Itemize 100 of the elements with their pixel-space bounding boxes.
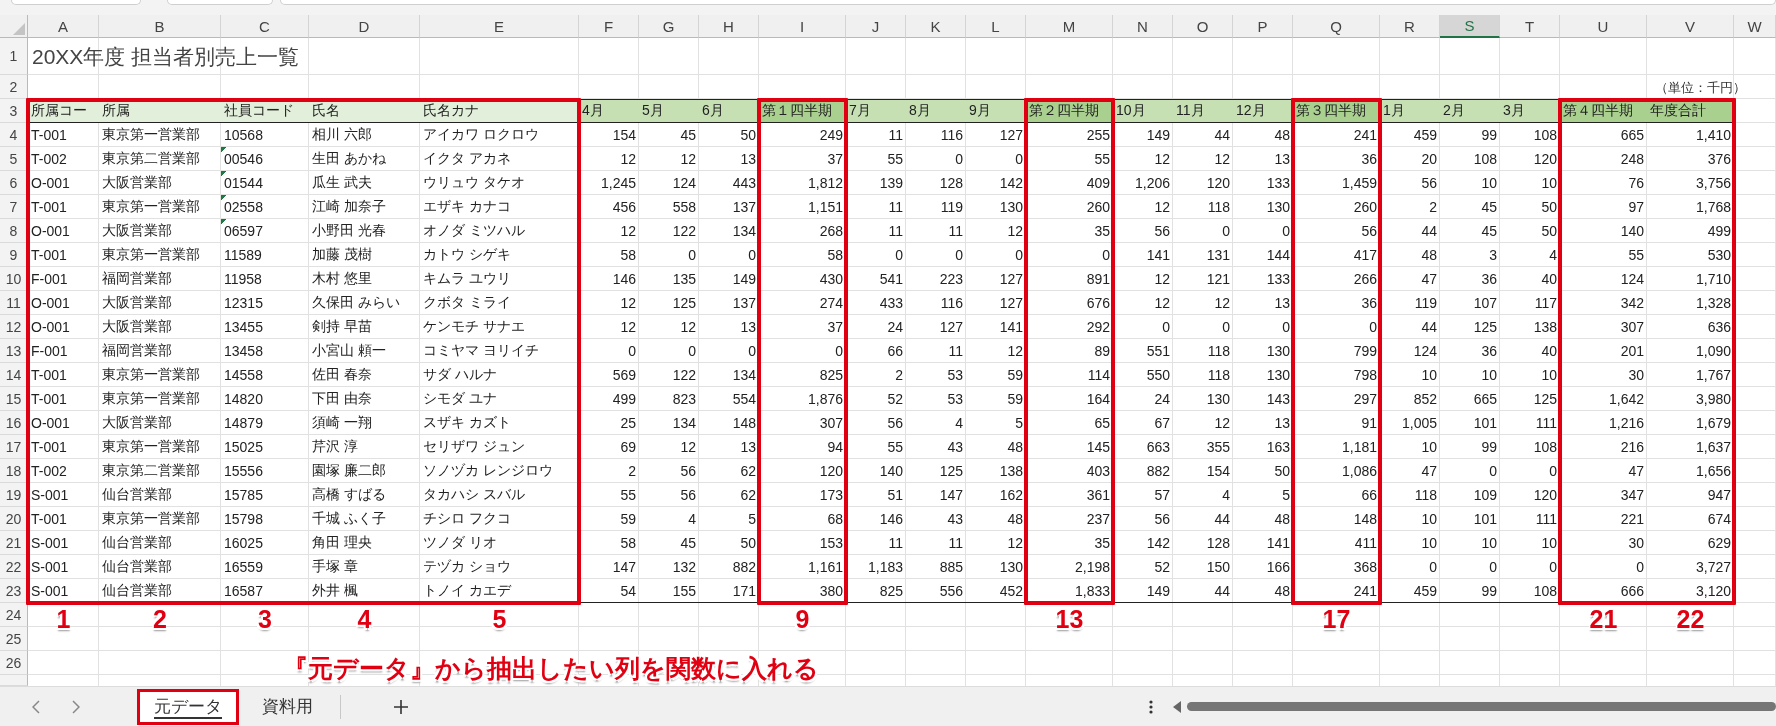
column-header[interactable]: P <box>1233 15 1293 38</box>
sheet-tab[interactable]: 資料用 <box>245 688 330 725</box>
column-header[interactable]: G <box>639 15 699 38</box>
table-cell-text: 56 <box>679 462 697 481</box>
table-cell-text: 0 <box>1548 462 1558 481</box>
table-cell-text: 216 <box>1619 438 1645 457</box>
row-header[interactable]: 7 <box>0 195 28 219</box>
row-header[interactable]: 26 <box>0 651 28 675</box>
column-header[interactable]: V <box>1647 15 1734 38</box>
row-header[interactable]: 3 <box>0 99 28 123</box>
row-header[interactable]: 23 <box>0 579 28 603</box>
more-options-icon[interactable] <box>1149 699 1153 714</box>
table-cell-text: 201 <box>1619 342 1645 361</box>
row-header[interactable]: 25 <box>0 627 28 651</box>
table-cell-text: 37 <box>826 150 844 169</box>
select-all-button[interactable] <box>0 15 28 38</box>
table-cell-text: 東京第二営業部 <box>101 149 201 168</box>
row-header[interactable]: 8 <box>0 219 28 243</box>
formula-buttons[interactable] <box>167 0 273 5</box>
table-cell-text: タカハシ スバル <box>422 485 526 504</box>
row-header[interactable]: 9 <box>0 243 28 267</box>
row-header[interactable] <box>0 675 28 686</box>
sheet-tab[interactable]: 元データ <box>137 688 239 725</box>
table-cell-text: 120 <box>818 462 844 481</box>
table-cell-text: 376 <box>1706 150 1732 169</box>
table-cell-text: 1,086 <box>1340 462 1378 481</box>
column-header[interactable]: M <box>1026 15 1113 38</box>
table-cell-text: 47 <box>1420 462 1438 481</box>
column-header[interactable]: E <box>420 15 579 38</box>
column-header[interactable]: N <box>1113 15 1173 38</box>
column-header[interactable]: H <box>699 15 759 38</box>
add-icon[interactable] <box>393 698 409 715</box>
table-cell-text: 44 <box>1420 318 1438 337</box>
column-header[interactable]: L <box>966 15 1026 38</box>
table-cell-text: 35 <box>1093 222 1111 241</box>
row-header[interactable]: 24 <box>0 603 28 627</box>
column-header[interactable]: O <box>1173 15 1233 38</box>
table-cell-text: ウリュウ タケオ <box>422 173 526 192</box>
formula-bar[interactable] <box>280 0 1776 5</box>
table-cell-text: 133 <box>1265 270 1291 289</box>
table-cell-text: 11 <box>887 222 904 241</box>
table-cell-text: 大阪営業部 <box>101 293 173 312</box>
table-cell-text: O-001 <box>30 174 71 193</box>
sheet-title: 20XX年度 担当者別売上一覧 <box>31 43 301 70</box>
column-header[interactable]: R <box>1380 15 1440 38</box>
column-header[interactable]: A <box>28 15 99 38</box>
row-header[interactable]: 16 <box>0 411 28 435</box>
row-header[interactable]: 14 <box>0 363 28 387</box>
row-header[interactable]: 18 <box>0 459 28 483</box>
column-header[interactable]: F <box>579 15 639 38</box>
row-header[interactable]: 19 <box>0 483 28 507</box>
row-header[interactable]: 17 <box>0 435 28 459</box>
table-cell-text: 130 <box>1265 366 1291 385</box>
table-cell-text: 43 <box>946 510 964 529</box>
table-cell-text: 24 <box>886 318 904 337</box>
row-header[interactable]: 10 <box>0 267 28 291</box>
scroll-left-icon[interactable] <box>1173 700 1181 713</box>
row-header[interactable]: 4 <box>0 123 28 147</box>
table-cell-text: 101 <box>1472 414 1498 433</box>
row-header[interactable]: 6 <box>0 171 28 195</box>
select-all-icon[interactable] <box>13 23 25 35</box>
column-header[interactable]: I <box>759 15 846 38</box>
column-header[interactable]: U <box>1560 15 1647 38</box>
table-cell-text: 13 <box>739 318 757 337</box>
table-cell-text: T-001 <box>30 390 68 409</box>
table-cell-text: T-001 <box>30 126 68 145</box>
row-header[interactable]: 20 <box>0 507 28 531</box>
row-header[interactable]: 13 <box>0 339 28 363</box>
table-cell-text: 12 <box>679 438 697 457</box>
row-header[interactable]: 12 <box>0 315 28 339</box>
row-header[interactable]: 21 <box>0 531 28 555</box>
chevron-left-icon[interactable] <box>32 699 40 714</box>
row-header[interactable]: 2 <box>0 75 28 99</box>
table-cell-text: 120 <box>1205 174 1231 193</box>
column-header[interactable]: S <box>1440 15 1500 38</box>
column-header[interactable]: B <box>99 15 221 38</box>
row-header[interactable]: 22 <box>0 555 28 579</box>
row-header[interactable]: 1 <box>0 38 28 75</box>
table-cell-text: 44 <box>1213 126 1231 145</box>
table-cell-text: 12 <box>1213 294 1231 313</box>
row-header[interactable]: 11 <box>0 291 28 315</box>
table-cell-text: 292 <box>1085 318 1111 337</box>
row-header[interactable]: 5 <box>0 147 28 171</box>
column-header[interactable]: J <box>846 15 906 38</box>
column-header[interactable]: K <box>906 15 966 38</box>
annotation-caption: 『元データ』から抽出したい列を関数に入れる <box>283 653 819 684</box>
table-cell-text: 154 <box>1205 462 1231 481</box>
column-header[interactable]: D <box>309 15 420 38</box>
column-header[interactable]: W <box>1734 15 1776 38</box>
column-header[interactable]: C <box>221 15 309 38</box>
column-header[interactable]: T <box>1500 15 1560 38</box>
chevron-right-icon[interactable] <box>72 699 80 714</box>
table-cell-text: 67 <box>1153 414 1171 433</box>
table-cell-text: キムラ ユウリ <box>422 269 512 288</box>
scrollbar-thumb[interactable] <box>1187 702 1776 711</box>
row-header[interactable]: 15 <box>0 387 28 411</box>
table-cell-text: 1,245 <box>599 174 637 193</box>
table-cell-text: ツノダ リオ <box>422 533 498 552</box>
name-box[interactable] <box>11 0 141 5</box>
column-header[interactable]: Q <box>1293 15 1380 38</box>
